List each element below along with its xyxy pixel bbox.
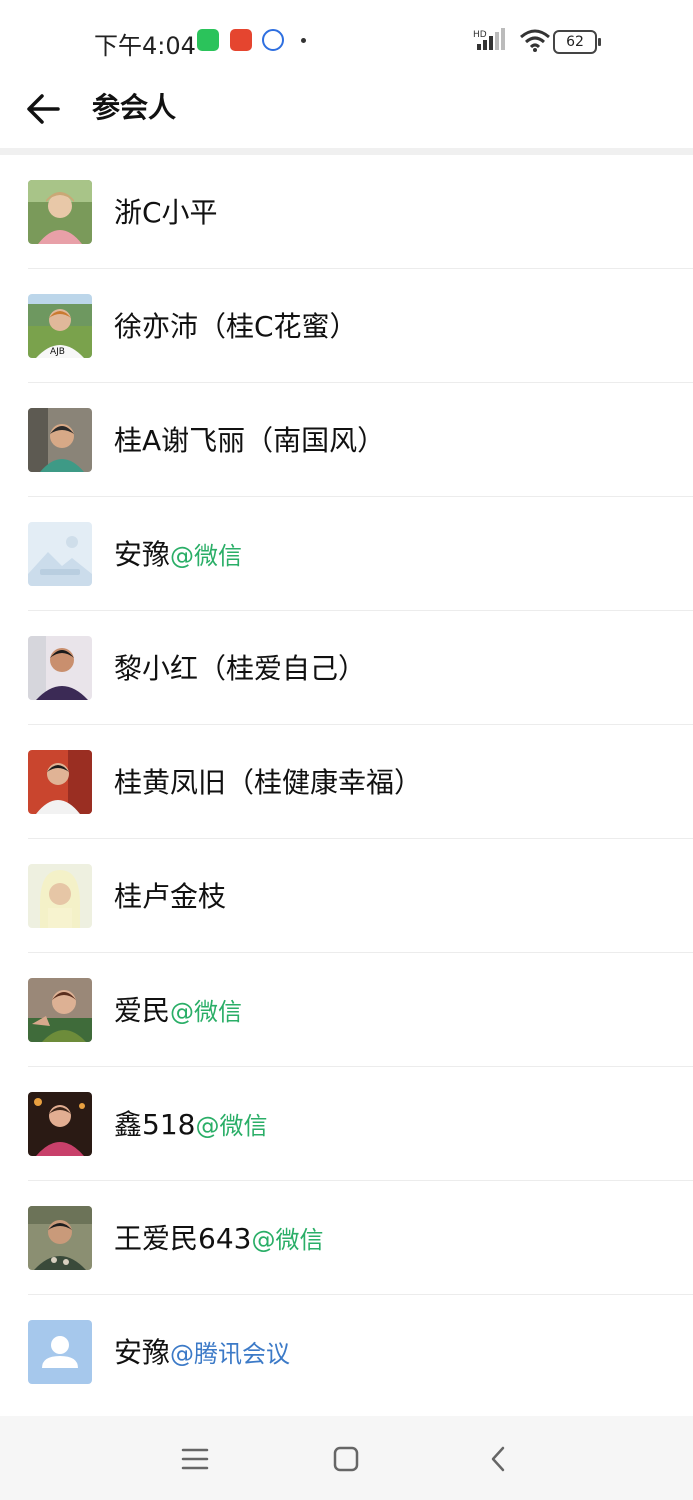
back-arrow-icon[interactable] [24,90,62,128]
participant-row[interactable]: 桂卢金枝 [0,839,693,953]
participant-name-text: 王爱民643 [114,1222,252,1255]
avatar [28,750,92,814]
avatar: AJB [28,294,92,358]
participant-name: 安豫@腾讯会议 [114,1331,290,1371]
status-bar: 下午4:04 HD 62 [0,0,693,72]
tencent-meeting-source-label: @腾讯会议 [170,1340,291,1368]
participant-name-text: 桂卢金枝 [114,880,227,913]
wechat-source-label: @微信 [170,998,243,1026]
pinduoduo-icon [230,29,252,51]
participant-name: 王爱民643@微信 [114,1217,323,1257]
participant-name: 桂卢金枝 [114,875,226,915]
avatar [28,864,92,928]
notification-dot-icon [301,38,306,43]
avatar [28,522,92,586]
participant-name-text: 桂A谢飞丽（南国风） [114,424,386,457]
participant-name-text: 鑫518 [114,1108,196,1141]
avatar [28,636,92,700]
wechat-source-label: @微信 [195,1112,268,1140]
participant-name-text: 浙C小平 [114,196,218,229]
menu-icon[interactable] [180,1444,210,1474]
participant-name: 黎小红（桂爱自己） [114,647,366,687]
participant-row[interactable]: 浙C小平 [0,155,693,269]
participant-name: 桂A谢飞丽（南国风） [114,419,385,459]
participant-name-text: 黎小红（桂爱自己） [114,652,367,685]
wechat-source-label: @微信 [170,542,243,570]
participant-name-text: 桂黄凤旧（桂健康幸福） [114,766,423,799]
participant-name-text: 徐亦沛（桂C花蜜） [114,310,358,343]
participant-name: 浙C小平 [114,191,218,231]
avatar [28,1092,92,1156]
participant-name-text: 安豫 [114,538,171,571]
participant-row[interactable]: 安豫@腾讯会议 [0,1295,693,1409]
signal-icon: HD [473,28,505,50]
page-title: 参会人 [92,91,177,124]
participant-row[interactable]: 爱民@微信 [0,953,693,1067]
participant-name: 安豫@微信 [114,533,242,573]
avatar [28,1206,92,1270]
avatar [28,978,92,1042]
svg-text:AJB: AJB [50,347,65,357]
participant-row[interactable]: 王爱民643@微信 [0,1181,693,1295]
avatar [28,408,92,472]
participant-row[interactable]: 安豫@微信 [0,497,693,611]
network-label: HD [473,30,487,40]
participant-name: 桂黄凤旧（桂健康幸福） [114,761,422,801]
header-divider [0,148,693,155]
participant-row[interactable]: 鑫518@微信 [0,1067,693,1181]
participant-row[interactable]: 桂A谢飞丽（南国风） [0,383,693,497]
default-avatar-icon [28,1320,92,1384]
wechat-icon [197,29,219,51]
participant-row[interactable]: 桂黄凤旧（桂健康幸福） [0,725,693,839]
battery-icon: 62 [553,30,601,54]
participant-name: 鑫518@微信 [114,1103,267,1143]
wechat-source-label: @微信 [251,1226,324,1254]
participant-row[interactable]: AJB 徐亦沛（桂C花蜜） [0,269,693,383]
back-icon[interactable] [484,1444,514,1474]
participant-list: 浙C小平 AJB 徐亦沛（桂C花蜜） 桂A谢飞丽（南国风） 安豫@微信 黎小红（… [0,155,693,1409]
home-icon[interactable] [331,1444,361,1474]
participant-name-text: 爱民 [114,994,171,1027]
baidu-icon [262,29,284,51]
system-nav-bar [0,1416,693,1500]
participant-name-text: 安豫 [114,1336,171,1369]
status-time: 下午4:04 [94,32,196,60]
wifi-icon [520,29,550,52]
avatar [28,180,92,244]
page-header: 参会人 [0,72,693,148]
participant-name: 爱民@微信 [114,989,242,1029]
participant-row[interactable]: 黎小红（桂爱自己） [0,611,693,725]
participant-name: 徐亦沛（桂C花蜜） [114,305,358,345]
